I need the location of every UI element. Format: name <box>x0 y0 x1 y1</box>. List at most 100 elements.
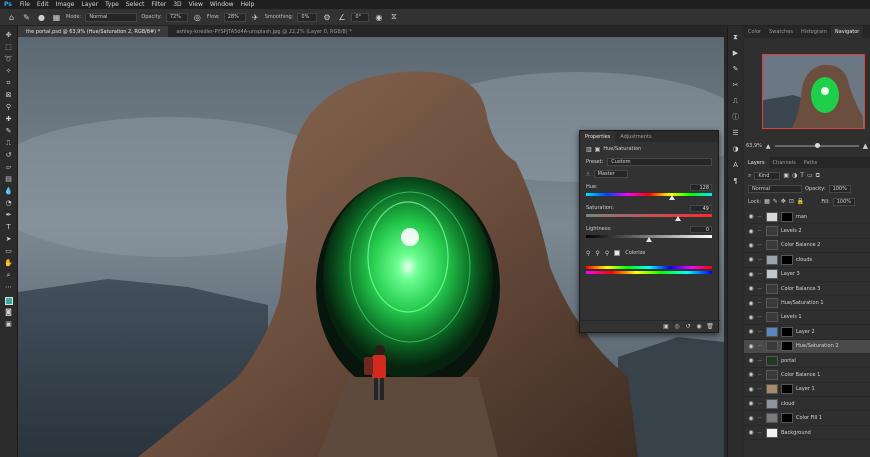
filter-search-icon[interactable]: ⌕ <box>748 172 751 180</box>
eye-icon[interactable]: ◉ <box>747 385 755 393</box>
zoom-tool-icon[interactable]: ⌕ <box>3 270 15 280</box>
airbrush-icon[interactable]: ✈ <box>250 12 261 23</box>
frame-tool-icon[interactable]: ⊠ <box>3 90 15 100</box>
layer-thumbnail[interactable] <box>766 326 778 337</box>
layer-thumbnail[interactable] <box>766 427 778 438</box>
eye-icon[interactable]: ◉ <box>747 270 755 278</box>
info-icon[interactable]: ⓘ <box>731 112 741 122</box>
fill-field[interactable]: 100% <box>832 197 855 206</box>
mask-icon[interactable]: ▣ <box>595 146 601 153</box>
clip-to-layer-icon[interactable]: ▣ <box>662 323 670 331</box>
saturation-slider[interactable] <box>586 214 712 221</box>
gear-icon[interactable]: ⚙ <box>321 12 332 23</box>
eyedropper-tool-icon[interactable]: ⚲ <box>3 102 15 112</box>
eye-icon[interactable]: ◉ <box>747 328 755 336</box>
layer-row[interactable]: ◉ ⌐ Hue/Saturation 2 <box>744 339 870 354</box>
hue-slider[interactable] <box>586 193 712 200</box>
layer-thumbnail[interactable] <box>766 269 778 280</box>
zoom-slider-knob[interactable] <box>814 143 820 148</box>
eye-icon[interactable]: ◉ <box>747 414 755 422</box>
clone-source-icon[interactable]: ⎍ <box>731 96 741 106</box>
eye-icon[interactable]: ◉ <box>747 371 755 379</box>
saturation-value[interactable]: 49 <box>690 204 712 212</box>
tab-navigator[interactable]: Navigator <box>830 26 864 38</box>
symmetry-icon[interactable]: ⧖ <box>388 12 399 23</box>
layer-mask-thumbnail[interactable] <box>781 341 793 352</box>
tab-properties[interactable]: Properties <box>580 131 616 142</box>
tab-adjustments[interactable]: Adjustments <box>615 131 656 142</box>
layer-thumbnail[interactable] <box>766 226 778 237</box>
layer-row[interactable]: ◉ ⌐ Layer 1 <box>744 383 870 398</box>
layer-name[interactable]: Layer 3 <box>781 271 800 277</box>
home-icon[interactable]: ⌂ <box>6 12 17 23</box>
layer-name[interactable]: Hue/Saturation 1 <box>781 300 824 306</box>
filter-kind-select[interactable]: Kind <box>754 171 781 180</box>
layer-row[interactable]: ◉ ⌐ Color Balance 1 <box>744 368 870 383</box>
angle-icon[interactable]: ∠ <box>336 12 347 23</box>
pen-tool-icon[interactable]: ✒ <box>3 210 15 220</box>
lasso-tool-icon[interactable]: ➰ <box>3 54 15 64</box>
saturation-slider-thumb[interactable] <box>674 216 681 221</box>
pressure-size-icon[interactable]: ◉ <box>373 12 384 23</box>
layer-row[interactable]: ◉ ⌐ cloud <box>744 397 870 412</box>
reset-icon[interactable]: ↺ <box>684 323 692 331</box>
tab-channels[interactable]: Channels <box>769 157 800 169</box>
layer-thumbnail[interactable] <box>766 254 778 265</box>
layer-row[interactable]: ◉ ⌐ Color Balance 2 <box>744 239 870 254</box>
opacity-field[interactable]: 72% <box>165 12 188 22</box>
menu-item-3d[interactable]: 3D <box>173 1 181 8</box>
dodge-tool-icon[interactable]: ◔ <box>3 198 15 208</box>
brush-tool-icon[interactable]: ✎ <box>3 126 15 136</box>
layer-mask-thumbnail[interactable] <box>781 413 793 424</box>
screen-mode-icon[interactable]: ▣ <box>3 319 15 329</box>
layer-thumbnail[interactable] <box>766 240 778 251</box>
view-previous-icon[interactable]: ◎ <box>673 323 681 331</box>
layer-row[interactable]: ◉ ⌐ portal <box>744 354 870 369</box>
layer-name[interactable]: clouds <box>796 257 812 263</box>
layer-row[interactable]: ◉ ⌐ clouds <box>744 253 870 268</box>
layer-row[interactable]: ◉ ⌐ Levels 2 <box>744 224 870 239</box>
actions-icon[interactable]: ▶ <box>731 48 741 58</box>
lightness-slider-thumb[interactable] <box>646 237 652 242</box>
tab-swatches[interactable]: Swatches <box>765 26 797 38</box>
zoom-value[interactable]: 63,9% <box>746 143 762 149</box>
layer-mask-thumbnail[interactable] <box>781 211 793 222</box>
eye-icon[interactable]: ◉ <box>747 400 755 408</box>
paragraph-icon[interactable]: ¶ <box>731 176 741 186</box>
layer-name[interactable]: Background <box>781 430 811 436</box>
history-icon[interactable]: ⧗ <box>731 32 741 42</box>
menu-item-help[interactable]: Help <box>241 1 255 8</box>
layer-name[interactable]: Color Fill 1 <box>796 415 822 421</box>
layer-row[interactable]: ◉ ⌐ man <box>744 210 870 225</box>
layer-thumbnail[interactable] <box>766 384 778 395</box>
layer-row[interactable]: ◉ ⌐ Layer 2 <box>744 325 870 340</box>
lock-artboard-icon[interactable]: ⊡ <box>789 198 794 205</box>
blur-tool-icon[interactable]: 💧 <box>3 186 15 196</box>
layer-name[interactable]: Levels 1 <box>781 314 802 320</box>
move-tool-icon[interactable]: ✥ <box>3 30 15 40</box>
delete-icon[interactable]: 🗑 <box>706 323 714 331</box>
quick-select-tool-icon[interactable]: ✧ <box>3 66 15 76</box>
eye-icon[interactable]: ◉ <box>747 227 755 235</box>
visibility-icon[interactable]: ◉ <box>695 323 703 331</box>
layer-name[interactable]: Hue/Saturation 2 <box>796 343 839 349</box>
brush-tool-icon[interactable]: ✎ <box>21 12 32 23</box>
hue-value[interactable]: 128 <box>690 183 712 191</box>
flow-field[interactable]: 28% <box>223 12 246 22</box>
navigator-preview[interactable] <box>762 54 865 129</box>
layer-row[interactable]: ◉ ⌐ Color Balance 3 <box>744 282 870 297</box>
path-select-tool-icon[interactable]: ➤ <box>3 234 15 244</box>
targeted-adjust-icon[interactable]: ☝ <box>586 171 590 178</box>
menu-item-select[interactable]: Select <box>126 1 145 8</box>
layer-row[interactable]: ◉ ⌐ Background <box>744 426 870 441</box>
document-tab[interactable]: the portal.psd @ 63,9% (Hue/Saturation 2… <box>18 26 169 37</box>
lock-all-icon[interactable]: 🔒 <box>797 198 804 205</box>
properties-icon[interactable]: ☰ <box>731 128 741 138</box>
layer-thumbnail[interactable] <box>766 369 778 380</box>
menu-item-filter[interactable]: Filter <box>151 1 166 8</box>
eye-icon[interactable]: ◉ <box>747 241 755 249</box>
quick-mask-icon[interactable]: ◙ <box>3 307 15 317</box>
eye-icon[interactable]: ◉ <box>747 342 755 350</box>
eye-icon[interactable]: ◉ <box>747 313 755 321</box>
filter-adjust-icon[interactable]: ◑ <box>792 172 797 179</box>
